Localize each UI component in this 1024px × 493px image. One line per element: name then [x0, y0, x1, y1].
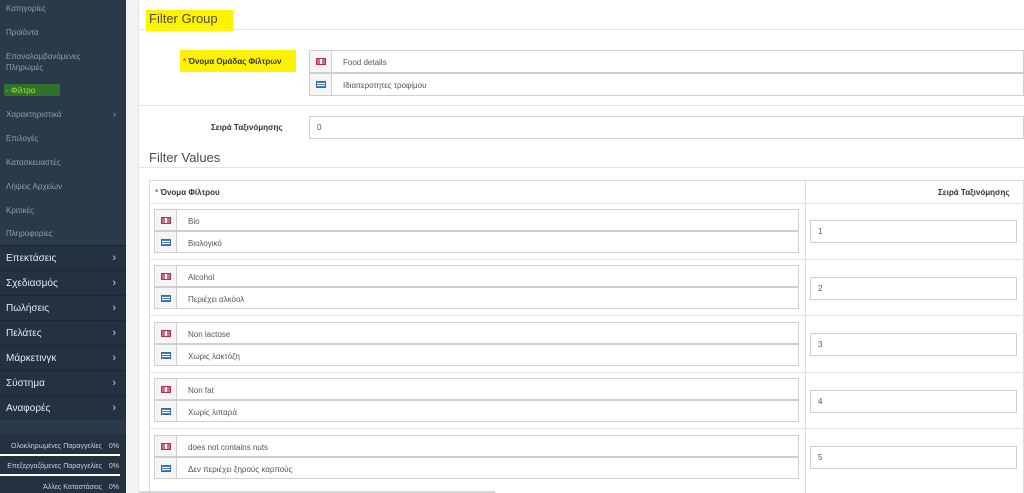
sidebar-item-products[interactable]: Προϊόντα: [0, 27, 126, 38]
sidebar-item-options[interactable]: Επιλογές: [0, 133, 126, 144]
uk-flag-icon: [161, 443, 171, 450]
screen: Κατηγορίες Προϊόντα Επαναλαμβανόμενες Πλ…: [0, 0, 1024, 493]
greek-flag-icon: [161, 352, 171, 359]
sidebar-item-marketing[interactable]: Μάρκετινγκ ›: [0, 345, 126, 370]
language-addon: [310, 51, 332, 72]
sort-order-input[interactable]: 0: [309, 116, 1024, 139]
row-divider: [150, 428, 1024, 429]
filter-name-en-input[interactable]: Non fat: [154, 378, 799, 400]
chevron-right-icon: ›: [112, 302, 116, 314]
greek-flag-icon: [161, 295, 171, 302]
greek-flag-icon: [161, 465, 171, 472]
group-name-en-input[interactable]: Food details: [309, 50, 1024, 73]
content-gutter: [126, 0, 139, 493]
group-name-label: * Όνομα Ομάδας Φίλτρων: [183, 57, 282, 66]
header-divider: [150, 203, 1024, 204]
sort-order-label: Σειρά Ταξινόμησης: [211, 123, 283, 132]
uk-flag-icon: [316, 58, 326, 65]
filter-sort-input[interactable]: 1: [810, 220, 1017, 243]
chevron-right-icon: ›: [112, 352, 116, 364]
filter-name-gr-input[interactable]: Περιέχει αλκόολ: [154, 287, 799, 309]
chevron-right-icon: ›: [112, 402, 116, 414]
row-divider: [150, 259, 1024, 260]
column-header-filter-name: * Όνομα Φίλτρου: [155, 188, 220, 197]
filter-name-en-input[interactable]: does not contains nuts: [154, 435, 799, 457]
filter-name-en-input[interactable]: Bio: [154, 209, 799, 231]
sidebar-item-reviews[interactable]: Κριτικές: [0, 205, 126, 216]
sidebar-item-attributes[interactable]: Χαρακτηριστικά ›: [0, 109, 126, 120]
filter-name-en-input[interactable]: Non lactose: [154, 322, 799, 344]
uk-flag-icon: [161, 330, 171, 337]
language-addon: [310, 74, 332, 95]
sidebar-item-categories[interactable]: Κατηγορίες: [0, 3, 126, 14]
chevron-right-icon: ›: [113, 109, 116, 119]
filter-name-gr-input[interactable]: Βιολογικό: [154, 231, 799, 253]
column-header-sort-order: Σειρά Ταξινόμησης: [938, 188, 1010, 197]
filter-name-gr-input[interactable]: Δεν περιέχει ξηρούς καρπούς: [154, 457, 799, 479]
sidebar-item-manufacturers[interactable]: Κατασκευαστές: [0, 157, 126, 168]
chevron-right-icon: ›: [112, 252, 116, 264]
filter-sort-input[interactable]: 2: [810, 277, 1017, 300]
sidebar-item-system[interactable]: Σύστημα ›: [0, 370, 126, 395]
group-name-gr-input[interactable]: Ιδιαιτεροτητες τροφίμου: [309, 73, 1024, 96]
row-divider: [150, 372, 1024, 373]
sidebar-item-filters[interactable]: - Φίλτρα: [0, 85, 126, 96]
uk-flag-icon: [161, 273, 171, 280]
sidebar-item-customers[interactable]: Πελάτες ›: [0, 320, 126, 345]
filter-group-title: Filter Group: [149, 11, 218, 26]
sidebar-item-information[interactable]: Πληροφορίες: [0, 228, 126, 239]
progress-bar: [0, 454, 120, 456]
uk-flag-icon: [161, 217, 171, 224]
row-divider: [150, 315, 1024, 316]
filter-sort-input[interactable]: 3: [810, 333, 1017, 356]
uk-flag-icon: [161, 386, 171, 393]
filter-sort-input[interactable]: 5: [810, 446, 1017, 469]
chevron-right-icon: ›: [112, 327, 116, 339]
greek-flag-icon: [316, 81, 326, 88]
divider: [139, 29, 1024, 30]
sidebar-item-design[interactable]: Σχεδιασμός ›: [0, 270, 126, 295]
chevron-right-icon: ›: [112, 277, 116, 289]
sidebar-item-downloads[interactable]: Λήψεις Αρχείων: [0, 181, 126, 192]
divider: [139, 105, 1024, 106]
filter-name-gr-input[interactable]: Χωρις λακτόζη: [154, 344, 799, 366]
sidebar-item-recurring-payments[interactable]: Επαναλαμβανόμενες Πληρωμές: [0, 51, 126, 73]
filter-values-title: Filter Values: [149, 150, 221, 165]
filter-values-table: * Όνομα Φίλτρου Σειρά Ταξινόμησης Bio Βι…: [149, 180, 1024, 493]
filter-name-en-input[interactable]: Alcohol: [154, 265, 799, 287]
main-content: Filter Group * Όνομα Ομάδας Φίλτρων Food…: [139, 0, 1024, 493]
sidebar-item-sales[interactable]: Πωλήσεις ›: [0, 295, 126, 320]
filter-name-gr-input[interactable]: Χωρίς λιπαρά: [154, 400, 799, 422]
filter-sort-input[interactable]: 4: [810, 390, 1017, 413]
chevron-right-icon: ›: [112, 377, 116, 389]
greek-flag-icon: [161, 408, 171, 415]
greek-flag-icon: [161, 239, 171, 246]
divider: [139, 167, 1024, 168]
order-stats: Ολοκληρωμένες Παραγγελίες 0% Επεξεργαζόμ…: [0, 434, 126, 493]
sidebar: Κατηγορίες Προϊόντα Επαναλαμβανόμενες Πλ…: [0, 0, 126, 493]
progress-bar: [0, 474, 120, 476]
column-divider: [805, 181, 806, 493]
sidebar-item-extensions[interactable]: Επεκτάσεις ›: [0, 245, 126, 270]
sidebar-item-reports[interactable]: Αναφορές ›: [0, 395, 126, 420]
